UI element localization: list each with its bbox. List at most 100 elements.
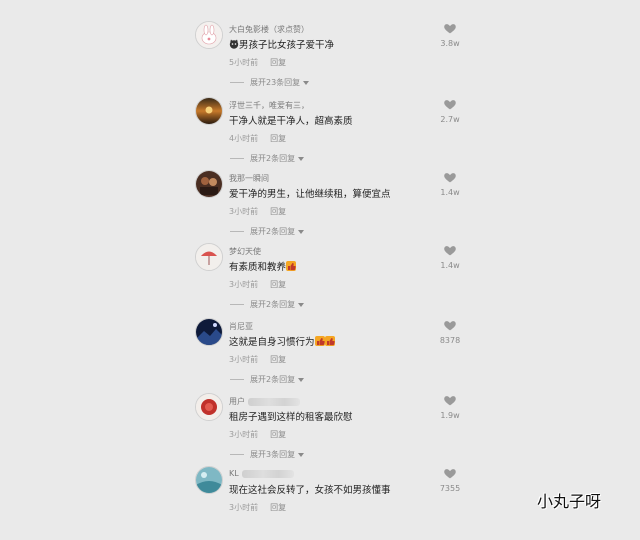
username[interactable]: 大白兔影楼（求点赞） [229, 24, 309, 35]
avatar[interactable] [195, 318, 223, 346]
chevron-down-icon [298, 156, 305, 161]
watermark: 小丸子呀 [537, 492, 602, 511]
heart-icon [444, 100, 456, 110]
comment-item: 梦幻天使 有素质和教养 3小时前 回复 展开2条回复 1.4w [0, 243, 640, 317]
comment-meta: 4小时前 回复 [229, 133, 286, 144]
timestamp: 3小时前 [229, 355, 259, 364]
avatar[interactable] [195, 466, 223, 494]
expand-label: 展开2条回复 [250, 375, 296, 384]
heart-icon [444, 246, 456, 256]
reply-button[interactable]: 回复 [270, 207, 286, 216]
reply-button[interactable]: 回复 [270, 355, 286, 364]
thumbs-up-emoji-icon [286, 261, 297, 271]
like-button[interactable]: 2.7w [436, 98, 464, 124]
expand-label: 展开23条回复 [250, 78, 301, 87]
username[interactable]: 肖尼亚 [229, 321, 253, 332]
heart-icon [444, 396, 456, 406]
expand-label: 展开2条回复 [250, 154, 296, 163]
comment-text: 这就是自身习惯行为 [229, 334, 335, 348]
chevron-down-icon [298, 302, 305, 307]
thumbs-up-emoji-icon [324, 336, 335, 346]
comment-item: 浮世三千，唯爱有三， 干净人就是干净人，超高素质 4小时前 回复 展开2条回复 2… [0, 97, 640, 171]
cat-emoji-icon [229, 39, 239, 49]
redacted-name [248, 397, 300, 406]
like-count: 1.4w [440, 188, 460, 197]
divider [230, 82, 244, 83]
avatar[interactable] [195, 21, 223, 49]
comment-text: 租房子遇到这样的租客最欣慰 [229, 412, 353, 423]
username[interactable]: 用户 [229, 396, 300, 407]
like-count: 1.9w [440, 411, 460, 420]
divider [230, 379, 244, 380]
reply-button[interactable]: 回复 [270, 503, 286, 512]
username[interactable]: 梦幻天使 [229, 246, 261, 257]
reply-button[interactable]: 回复 [270, 58, 286, 67]
avatar[interactable] [195, 393, 223, 421]
chevron-down-icon [298, 229, 305, 234]
divider [230, 304, 244, 305]
chevron-down-icon [303, 80, 310, 85]
timestamp: 4小时前 [229, 134, 259, 143]
timestamp: 3小时前 [229, 430, 259, 439]
timestamp: 3小时前 [229, 280, 259, 289]
like-count: 3.8w [440, 39, 460, 48]
chevron-down-icon [298, 452, 305, 457]
like-button[interactable]: 1.4w [436, 244, 464, 270]
avatar[interactable] [195, 170, 223, 198]
username[interactable]: 我那一瞬间 [229, 173, 269, 184]
timestamp: 5小时前 [229, 58, 259, 67]
expand-replies-button[interactable]: 展开2条回复 [230, 299, 305, 310]
like-button[interactable]: 7355 [436, 467, 464, 493]
expand-replies-button[interactable]: 展开2条回复 [230, 153, 305, 164]
expand-label: 展开3条回复 [250, 450, 296, 459]
comment-text: 有素质和教养 [229, 259, 297, 273]
divider [230, 231, 244, 232]
comment-text: 爱干净的男生，让他继续租，算便宜点 [229, 189, 391, 200]
like-button[interactable]: 1.9w [436, 394, 464, 420]
timestamp: 3小时前 [229, 503, 259, 512]
comment-text: 干净人就是干净人，超高素质 [229, 116, 353, 127]
comment-meta: 3小时前 回复 [229, 279, 286, 290]
comment-item: 肖尼亚 这就是自身习惯行为 3小时前 回复 展开2条回复 8378 [0, 318, 640, 392]
expand-replies-button[interactable]: 展开3条回复 [230, 449, 305, 460]
expand-replies-button[interactable]: 展开2条回复 [230, 374, 305, 385]
expand-replies-button[interactable]: 展开2条回复 [230, 226, 305, 237]
comment-meta: 3小时前 回复 [229, 354, 286, 365]
comment-text: 现在这社会反转了，女孩不如男孩懂事 [229, 485, 391, 496]
redacted-name [241, 469, 294, 478]
comment-meta: 3小时前 回复 [229, 206, 286, 217]
like-count: 8378 [439, 336, 461, 345]
avatar[interactable] [195, 243, 223, 271]
like-count: 7355 [439, 484, 461, 493]
chevron-down-icon [298, 377, 305, 382]
expand-label: 展开2条回复 [250, 227, 296, 236]
divider [230, 454, 244, 455]
heart-icon [444, 24, 456, 34]
heart-icon [444, 321, 456, 331]
expand-replies-button[interactable]: 展开23条回复 [230, 77, 310, 88]
like-button[interactable]: 1.4w [436, 171, 464, 197]
reply-button[interactable]: 回复 [270, 134, 286, 143]
like-button[interactable]: 3.8w [436, 22, 464, 48]
reply-button[interactable]: 回复 [270, 280, 286, 289]
like-button[interactable]: 8378 [436, 319, 464, 345]
comment-item: 我那一瞬间 爱干净的男生，让他继续租，算便宜点 3小时前 回复 展开2条回复 1.… [0, 170, 640, 244]
expand-label: 展开2条回复 [250, 300, 296, 309]
username[interactable]: KL [229, 469, 294, 478]
comment-item: 用户 租房子遇到这样的租客最欣慰 3小时前 回复 展开3条回复 1.9w [0, 393, 640, 467]
like-count: 1.4w [440, 261, 460, 270]
comment-meta: 3小时前 回复 [229, 429, 286, 440]
comment-item: 大白兔影楼（求点赞） 男孩子比女孩子爱干净 5小时前 回复 展开23条回复 3.8… [0, 21, 640, 95]
thumbs-up-emoji-icon [314, 336, 325, 346]
comment-meta: 5小时前 回复 [229, 57, 286, 68]
heart-icon [444, 173, 456, 183]
avatar[interactable] [195, 97, 223, 125]
comment-meta: 3小时前 回复 [229, 502, 286, 513]
like-count: 2.7w [440, 115, 460, 124]
reply-button[interactable]: 回复 [270, 430, 286, 439]
username[interactable]: 浮世三千，唯爱有三， [229, 100, 309, 111]
comment-text: 男孩子比女孩子爱干净 [229, 37, 334, 51]
timestamp: 3小时前 [229, 207, 259, 216]
heart-icon [444, 469, 456, 479]
divider [230, 158, 244, 159]
